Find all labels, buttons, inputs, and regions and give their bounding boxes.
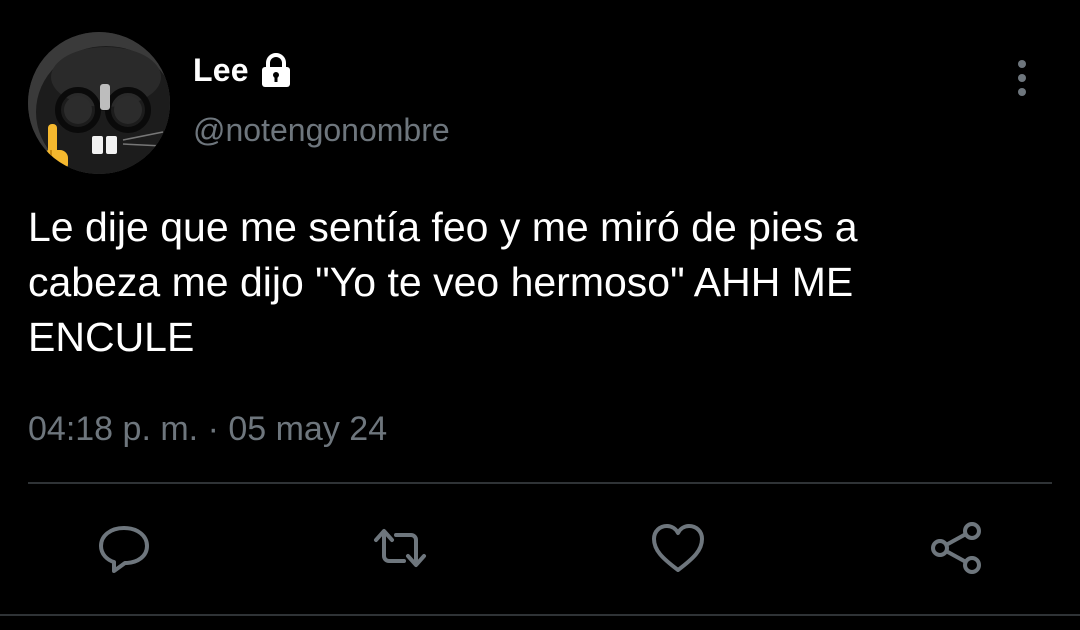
tweet-text: Le dije que me sentía feo y me miró de p…	[28, 200, 1048, 365]
more-options-button[interactable]	[1003, 58, 1041, 98]
tweet-time[interactable]: 04:18 p. m.	[28, 410, 198, 448]
tweet-text-line: cabeza me dijo "Yo te veo hermoso" AHH M…	[28, 259, 854, 305]
display-name[interactable]: Lee	[193, 52, 249, 89]
reply-icon	[99, 526, 149, 573]
share-icon	[931, 522, 981, 574]
tweet-date[interactable]: 05 may 24	[228, 410, 387, 448]
like-button[interactable]	[648, 518, 708, 578]
divider	[28, 482, 1052, 484]
timestamp-separator: ·	[207, 410, 219, 448]
lock-icon	[257, 51, 295, 89]
cat-with-glasses-avatar-icon	[28, 32, 170, 174]
tweet-card: Lee @notengonombre Le dije que me sentía…	[0, 0, 1080, 630]
retweet-button[interactable]	[370, 518, 430, 578]
heart-icon	[652, 524, 704, 572]
user-handle[interactable]: @notengonombre	[193, 112, 450, 149]
reply-button[interactable]	[94, 518, 154, 578]
avatar[interactable]	[28, 32, 170, 174]
share-button[interactable]	[926, 518, 986, 578]
retweet-icon	[374, 529, 426, 567]
more-vertical-icon	[1018, 60, 1026, 96]
tweet-timestamp: 04:18 p. m. · 05 may 24	[28, 410, 387, 449]
bottom-divider	[0, 614, 1080, 616]
tweet-text-line: Le dije que me sentía feo y me miró de p…	[28, 204, 858, 250]
tweet-text-line: ENCULE	[28, 314, 195, 360]
author-name-row: Lee	[193, 50, 295, 90]
